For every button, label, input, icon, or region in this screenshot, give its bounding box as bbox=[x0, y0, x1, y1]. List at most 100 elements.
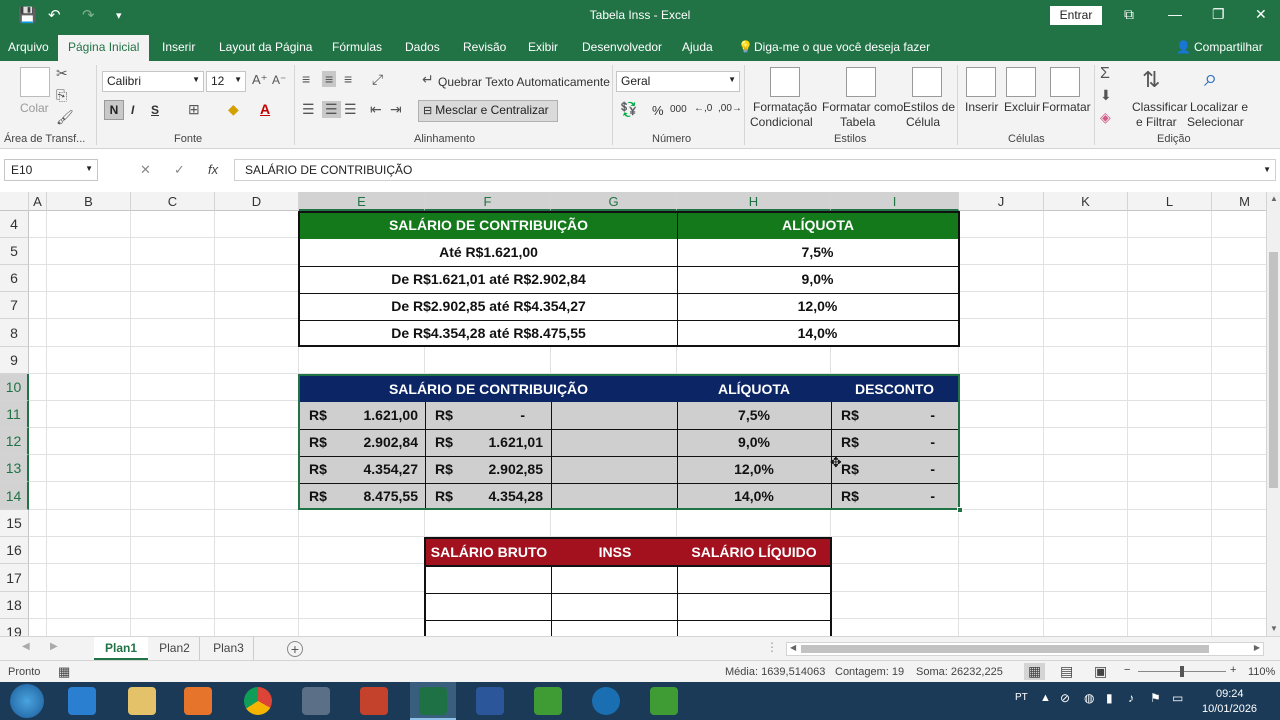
rates-range-1[interactable]: Até R$1.621,00 bbox=[300, 239, 677, 266]
formula-input[interactable]: SALÁRIO DE CONTRIBUIÇÃO ▼ bbox=[234, 159, 1276, 181]
name-box[interactable]: E10 ▼ bbox=[4, 159, 98, 181]
flag-icon[interactable]: ⚑ bbox=[1150, 691, 1161, 705]
calc-lower-3[interactable]: 2.902,85 bbox=[425, 456, 544, 483]
column-header-h[interactable]: H bbox=[677, 192, 831, 211]
vertical-scrollbar[interactable]: ▲ ▼ bbox=[1266, 192, 1280, 636]
internet-explorer-icon[interactable] bbox=[68, 687, 96, 715]
column-header-l[interactable]: L bbox=[1128, 192, 1212, 211]
minimize-button[interactable]: — bbox=[1168, 6, 1182, 22]
column-header-e[interactable]: E bbox=[299, 192, 425, 211]
scroll-left-icon[interactable]: ◀ bbox=[790, 643, 796, 652]
clock-date[interactable]: 10/01/2026 bbox=[1202, 703, 1257, 715]
sign-in-button[interactable]: Entrar bbox=[1050, 6, 1102, 25]
delete-cells-button[interactable]: Excluir bbox=[1004, 100, 1040, 114]
scroll-tabs-right-icon[interactable]: ▶ bbox=[50, 641, 58, 652]
calc-header-salary[interactable]: SALÁRIO DE CONTRIBUIÇÃO bbox=[300, 376, 677, 402]
insert-cells-icon[interactable] bbox=[966, 67, 996, 97]
row-header-18[interactable]: 18 bbox=[0, 592, 29, 619]
salary-header-inss[interactable]: INSS bbox=[552, 539, 678, 565]
format-as-table-label-2[interactable]: Tabela bbox=[840, 115, 875, 129]
increase-indent-icon[interactable]: ⇥ bbox=[390, 101, 402, 118]
fill-icon[interactable]: ⬇ bbox=[1100, 87, 1112, 104]
tab-arquivo[interactable]: Arquivo bbox=[8, 40, 49, 54]
calc-upper-2[interactable]: 2.902,84 bbox=[300, 429, 419, 456]
tab-pagina-inicial[interactable]: Página Inicial bbox=[58, 35, 150, 62]
rates-header-salary[interactable]: SALÁRIO DE CONTRIBUIÇÃO bbox=[300, 213, 677, 239]
column-header-i[interactable]: I bbox=[831, 192, 959, 211]
row-header-11[interactable]: 11 bbox=[0, 401, 29, 428]
horizontal-scrollbar[interactable]: ◀ ▶ bbox=[786, 642, 1264, 656]
salary-inss-cell[interactable] bbox=[552, 567, 677, 593]
borders-icon[interactable]: ⊞ bbox=[188, 101, 200, 118]
format-cells-button[interactable]: Formatar bbox=[1042, 100, 1091, 114]
tab-dados[interactable]: Dados bbox=[405, 40, 440, 54]
scroll-down-icon[interactable]: ▼ bbox=[1270, 624, 1278, 633]
column-header-a[interactable]: A bbox=[29, 192, 47, 211]
show-hidden-icons[interactable]: ▲ bbox=[1040, 692, 1051, 704]
sheet-tab-plan3[interactable]: Plan3 bbox=[204, 637, 254, 660]
decrease-decimal-icon[interactable]: ,00→ bbox=[718, 103, 742, 114]
bold-button[interactable]: N bbox=[104, 100, 124, 120]
rates-header-rate[interactable]: ALÍQUOTA bbox=[677, 213, 958, 239]
fill-handle[interactable] bbox=[957, 507, 963, 513]
row-header-10[interactable]: 10 bbox=[0, 374, 29, 401]
row-header-16[interactable]: 16 bbox=[0, 537, 29, 564]
start-button-icon[interactable] bbox=[10, 684, 44, 718]
row-header-8[interactable]: 8 bbox=[0, 319, 29, 347]
row-header-19[interactable]: 19 bbox=[0, 619, 29, 636]
row-header-15[interactable]: 15 bbox=[0, 510, 29, 537]
rates-range-4[interactable]: De R$4.354,28 até R$8.475,55 bbox=[300, 320, 677, 347]
scroll-up-icon[interactable]: ▲ bbox=[1270, 194, 1278, 203]
row-header-17[interactable]: 17 bbox=[0, 564, 29, 592]
calc-lower-2[interactable]: 1.621,01 bbox=[425, 429, 544, 456]
tray-app-icon[interactable]: ◍ bbox=[1084, 691, 1094, 705]
calc-rate-1[interactable]: 7,5% bbox=[677, 402, 831, 429]
zoom-slider-handle[interactable] bbox=[1180, 666, 1184, 677]
tell-me-search[interactable]: Diga-me o que você deseja fazer bbox=[754, 40, 930, 54]
underline-button[interactable]: S bbox=[151, 103, 159, 117]
calc-rate-3[interactable]: 12,0% bbox=[677, 456, 831, 483]
orientation-icon[interactable]: ⤢ bbox=[372, 71, 383, 88]
fill-color-icon[interactable]: ◆ bbox=[228, 101, 239, 118]
language-indicator[interactable]: PT bbox=[1015, 692, 1028, 703]
chrome-icon[interactable] bbox=[244, 687, 272, 715]
notifications-icon[interactable]: ▭ bbox=[1172, 691, 1183, 705]
align-center-icon[interactable]: ☰ bbox=[322, 101, 341, 118]
column-header-k[interactable]: K bbox=[1044, 192, 1128, 211]
row-header-13[interactable]: 13 bbox=[0, 455, 29, 482]
decrease-indent-icon[interactable]: ⇤ bbox=[370, 101, 382, 118]
row-header-5[interactable]: 5 bbox=[0, 238, 29, 265]
column-header-f[interactable]: F bbox=[425, 192, 551, 211]
tab-inserir[interactable]: Inserir bbox=[162, 40, 195, 54]
tab-split-handle[interactable]: ⋮ bbox=[766, 640, 778, 654]
powerpoint-icon[interactable] bbox=[360, 687, 388, 715]
confirm-entry-icon[interactable]: ✓ bbox=[174, 162, 185, 178]
scroll-right-icon[interactable]: ▶ bbox=[1254, 643, 1260, 652]
conditional-format-label-2[interactable]: Condicional bbox=[750, 115, 813, 129]
rates-value-4[interactable]: 14,0% bbox=[677, 320, 958, 347]
sort-filter-label-1[interactable]: Classificar bbox=[1132, 100, 1187, 114]
cut-icon[interactable]: ✂ bbox=[56, 65, 68, 82]
cell-styles-icon[interactable] bbox=[912, 67, 942, 97]
insert-function-icon[interactable]: fx bbox=[208, 162, 218, 177]
salary-gross-input[interactable] bbox=[426, 567, 551, 593]
insert-cells-button[interactable]: Inserir bbox=[965, 100, 998, 114]
file-explorer-icon[interactable] bbox=[128, 687, 156, 715]
font-size-select[interactable]: 12 ▼ bbox=[206, 71, 246, 92]
macro-record-icon[interactable]: ▦ bbox=[58, 664, 70, 680]
zoom-in-icon[interactable]: + bbox=[1230, 664, 1236, 676]
increase-decimal-icon[interactable]: ←,0 bbox=[694, 103, 712, 114]
font-name-select[interactable]: Calibri ▼ bbox=[102, 71, 204, 92]
excel-icon[interactable] bbox=[419, 687, 447, 715]
row-header-9[interactable]: 9 bbox=[0, 347, 29, 374]
format-cells-icon[interactable] bbox=[1050, 67, 1080, 97]
column-header-g[interactable]: G bbox=[551, 192, 677, 211]
comma-style-icon[interactable]: 000 bbox=[670, 104, 687, 115]
sheet-tab-plan1[interactable]: Plan1 bbox=[94, 637, 148, 660]
camtasia-icon[interactable] bbox=[534, 687, 562, 715]
merge-center-button[interactable]: ⊟ Mesclar e Centralizar bbox=[418, 100, 558, 122]
horizontal-scroll-thumb[interactable] bbox=[801, 645, 1209, 653]
page-break-view-icon[interactable]: ▣ bbox=[1094, 663, 1107, 680]
column-header-j[interactable]: J bbox=[959, 192, 1044, 211]
calc-rate-2[interactable]: 9,0% bbox=[677, 429, 831, 456]
